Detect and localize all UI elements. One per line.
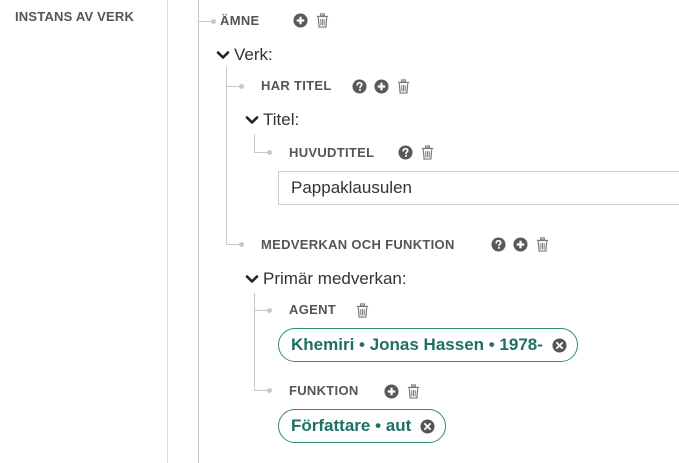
funktion-chip-label: Författare • aut (291, 416, 412, 435)
property-label-medverkan: MEDVERKAN OCH FUNKTION (261, 237, 455, 252)
amne-actions (293, 13, 330, 28)
tree-line (226, 244, 240, 245)
editor-main: ÄMNE Verk: HAR TITEL Titel: HUVUDTITEL M… (168, 0, 679, 463)
property-label-har-titel: HAR TITEL (261, 78, 332, 93)
entity-primar-medverkan-label: Primär medverkan: (263, 269, 407, 288)
trash-icon[interactable] (420, 145, 435, 160)
chevron-down-icon[interactable] (245, 113, 259, 127)
left-panel: INSTANS AV VERK (0, 0, 168, 463)
tree-dot (267, 388, 272, 393)
trash-icon[interactable] (535, 237, 550, 252)
tree-line (254, 293, 255, 391)
trash-icon[interactable] (396, 79, 411, 94)
help-icon[interactable] (352, 79, 367, 94)
har-titel-actions (352, 79, 411, 94)
tree-line (254, 152, 268, 153)
add-icon[interactable] (384, 384, 399, 399)
chevron-down-icon[interactable] (216, 48, 230, 62)
huvudtitel-actions (398, 145, 435, 160)
trash-icon[interactable] (355, 303, 370, 318)
tree-line (198, 21, 212, 22)
tree-line (198, 0, 199, 463)
property-label-funktion: FUNKTION (289, 383, 359, 398)
help-icon[interactable] (398, 145, 413, 160)
entity-primar-medverkan[interactable]: Primär medverkan: (245, 269, 407, 289)
property-label-agent: AGENT (289, 302, 336, 317)
add-icon[interactable] (293, 13, 308, 28)
agent-actions (355, 303, 370, 318)
agent-chip-label: Khemiri • Jonas Hassen • 1978- (291, 335, 543, 354)
huvudtitel-input[interactable] (278, 171, 679, 205)
tree-line (226, 67, 227, 245)
property-label-huvudtitel: HUVUDTITEL (289, 145, 375, 160)
tree-dot (211, 19, 216, 24)
property-label-amne: ÄMNE (220, 13, 260, 28)
funktion-chip[interactable]: Författare • aut (278, 409, 447, 443)
remove-icon[interactable] (552, 338, 567, 353)
tree-line (254, 134, 255, 153)
tree-line (254, 390, 268, 391)
trash-icon[interactable] (315, 13, 330, 28)
tree-dot (239, 84, 244, 89)
funktion-actions (384, 384, 421, 399)
tree-dot (267, 150, 272, 155)
entity-verk-label: Verk: (234, 45, 273, 64)
tree-dot (239, 242, 244, 247)
chevron-down-icon[interactable] (245, 272, 259, 286)
medverkan-actions (491, 237, 550, 252)
tree-line (254, 310, 268, 311)
add-icon[interactable] (374, 79, 389, 94)
agent-chip[interactable]: Khemiri • Jonas Hassen • 1978- (278, 328, 578, 362)
entity-titel[interactable]: Titel: (245, 110, 299, 130)
tree-line (226, 86, 240, 87)
help-icon[interactable] (491, 237, 506, 252)
trash-icon[interactable] (406, 384, 421, 399)
remove-icon[interactable] (420, 419, 435, 434)
add-icon[interactable] (513, 237, 528, 252)
instance-type-label: INSTANS AV VERK (15, 9, 135, 24)
entity-verk[interactable]: Verk: (216, 45, 273, 65)
tree-dot (267, 308, 272, 313)
entity-titel-label: Titel: (263, 110, 300, 129)
